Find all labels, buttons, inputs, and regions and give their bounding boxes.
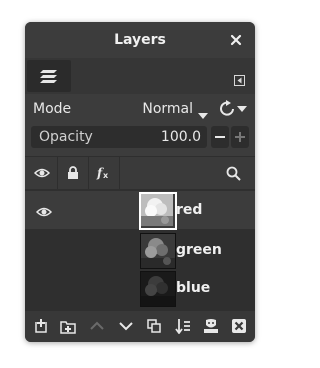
layer-name[interactable]: blue bbox=[176, 269, 210, 307]
decrease-opacity-button[interactable] bbox=[211, 126, 229, 148]
layer-row-blue[interactable]: blue bbox=[25, 269, 255, 307]
svg-text:x: x bbox=[103, 171, 109, 180]
layer-list: red green blue bbox=[25, 189, 255, 311]
mode-value: Normal bbox=[142, 101, 193, 117]
add-mask-icon[interactable] bbox=[202, 317, 220, 335]
layer-row-red[interactable]: red bbox=[25, 191, 255, 230]
mode-label: Mode bbox=[33, 101, 72, 117]
header-divider bbox=[119, 157, 120, 189]
mode-dropdown[interactable]: Normal bbox=[135, 98, 211, 120]
new-layer-group-icon[interactable] bbox=[59, 317, 77, 335]
mode-switch-button[interactable] bbox=[216, 99, 250, 119]
fx-icon[interactable]: f x bbox=[89, 157, 119, 189]
tab-layers[interactable] bbox=[27, 60, 71, 92]
delete-layer-icon[interactable] bbox=[230, 317, 248, 335]
title-bar: Layers bbox=[25, 22, 255, 58]
layer-list-header: f x bbox=[25, 156, 255, 190]
merge-layer-icon[interactable] bbox=[174, 317, 192, 335]
duplicate-layer-icon[interactable] bbox=[145, 317, 163, 335]
layers-icon bbox=[39, 67, 59, 89]
opacity-label: Opacity bbox=[39, 129, 93, 145]
layer-thumbnail[interactable] bbox=[139, 192, 177, 230]
dock-tab-bar bbox=[25, 58, 255, 94]
layer-thumbnail[interactable] bbox=[140, 233, 176, 269]
chevron-down-icon bbox=[197, 105, 209, 124]
layer-thumbnail[interactable] bbox=[140, 271, 176, 307]
eye-icon[interactable] bbox=[27, 157, 57, 189]
increase-opacity-button[interactable] bbox=[231, 126, 249, 148]
layer-actions-bar bbox=[25, 311, 255, 342]
opacity-spinscale[interactable]: Opacity 100.0 bbox=[31, 126, 207, 148]
close-icon[interactable] bbox=[227, 31, 245, 49]
layers-dialog: Layers Mode Normal Opacity 100.0 f x red… bbox=[25, 22, 255, 342]
tab-menu-icon[interactable] bbox=[234, 71, 245, 86]
layer-name[interactable]: red bbox=[176, 191, 202, 229]
lock-icon[interactable] bbox=[58, 157, 88, 189]
layer-name[interactable]: green bbox=[176, 231, 222, 269]
lower-layer-icon[interactable] bbox=[117, 317, 135, 335]
new-layer-icon[interactable] bbox=[32, 317, 50, 335]
opacity-row: Opacity 100.0 bbox=[25, 124, 255, 150]
opacity-value: 100.0 bbox=[160, 129, 201, 145]
raise-layer-icon[interactable] bbox=[88, 317, 106, 335]
visibility-eye-icon[interactable] bbox=[35, 203, 53, 222]
dialog-title: Layers bbox=[114, 32, 166, 48]
mode-row: Mode Normal bbox=[25, 94, 255, 124]
search-icon[interactable] bbox=[223, 157, 243, 189]
layer-row-green[interactable]: green bbox=[25, 231, 255, 269]
